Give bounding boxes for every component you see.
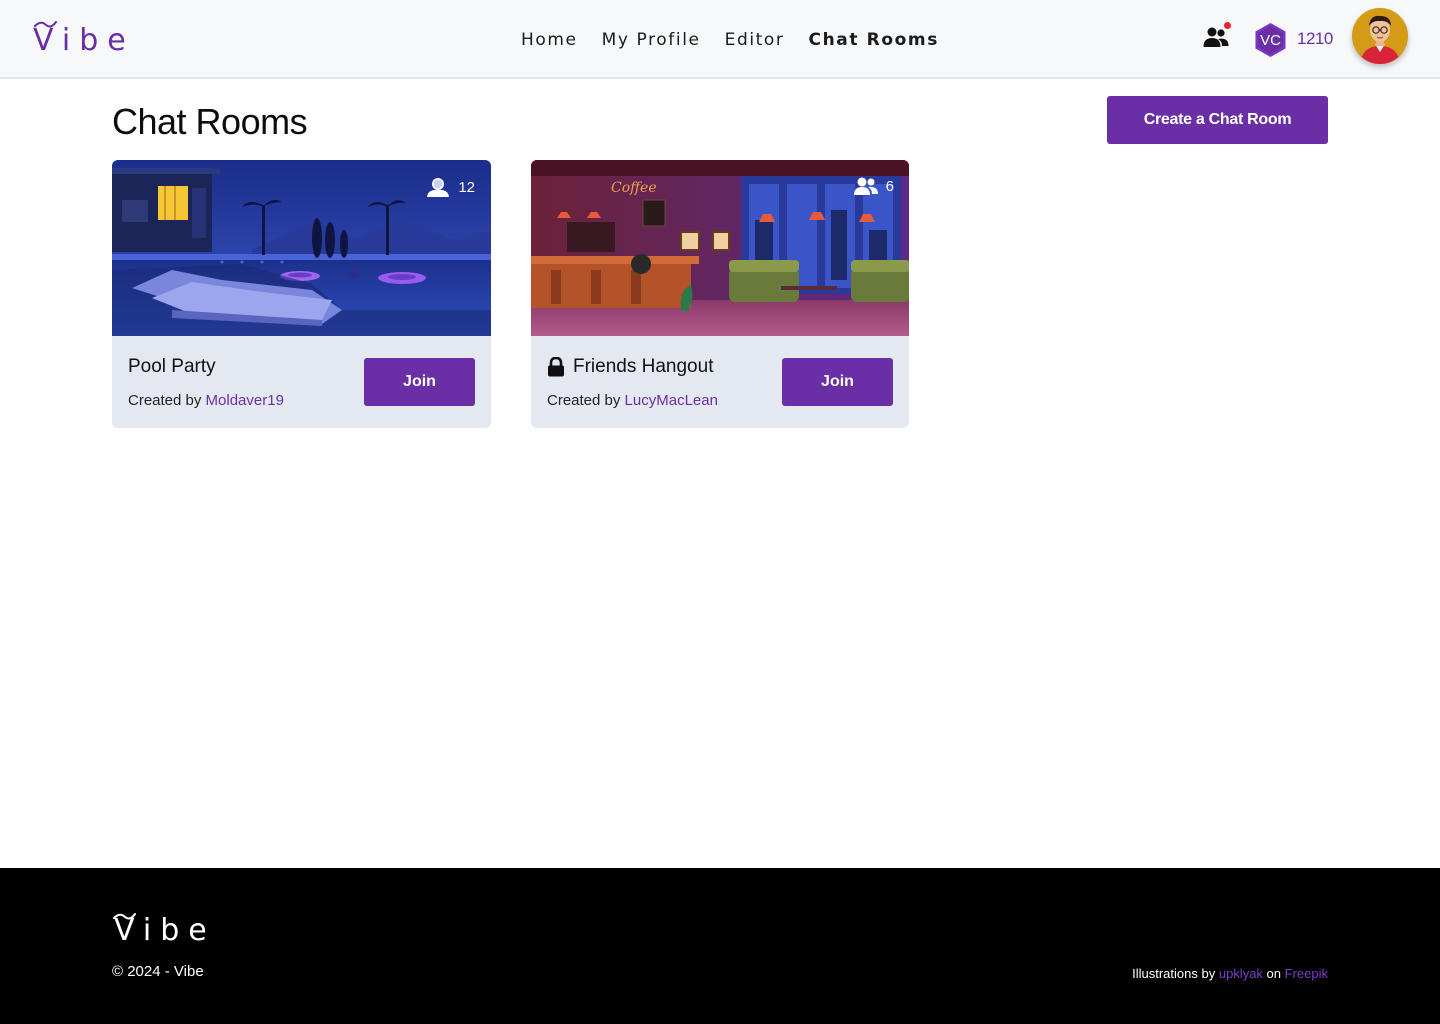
room-name: Friends Hangout <box>573 356 714 377</box>
join-button[interactable]: Join <box>782 358 893 406</box>
vc-badge-text: VC <box>1260 32 1281 49</box>
coffee-shop-illustration: Coffee <box>531 160 909 336</box>
created-by-label: Created by <box>128 392 202 409</box>
notification-dot <box>1224 22 1231 29</box>
user-avatar[interactable] <box>1352 8 1408 64</box>
logo-swoosh-icon <box>34 21 57 28</box>
room-name: Pool Party <box>128 356 216 377</box>
illustration-credits: Illustrations by upklyak on Freepik <box>1132 966 1328 981</box>
svg-text:Coffee: Coffee <box>611 180 657 196</box>
room-title: Pool Party <box>128 356 216 378</box>
room-image: 12 <box>112 160 491 336</box>
member-count: 12 <box>426 176 475 198</box>
created-by-label: Created by <box>547 392 621 409</box>
top-navbar: Vibe Home My Profile Editor Chat Rooms V… <box>0 0 1440 79</box>
credits-author-link[interactable]: upklyak <box>1219 966 1263 981</box>
friends-button[interactable] <box>1203 22 1231 52</box>
footer: Vibe © 2024 - Vibe Illustrations by upkl… <box>0 868 1440 1024</box>
vc-balance: 1210 <box>1297 29 1333 48</box>
nav-my-profile[interactable]: My Profile <box>602 28 701 52</box>
credits-prefix: Illustrations by <box>1132 966 1216 981</box>
credits-site-link[interactable]: Freepik <box>1285 966 1328 981</box>
copyright-text: © 2024 - Vibe <box>112 963 204 980</box>
creator-link[interactable]: LucyMacLean <box>625 392 718 409</box>
member-count-value: 12 <box>458 178 475 196</box>
lock-icon <box>548 357 564 377</box>
member-count-value: 6 <box>885 177 894 195</box>
footer-logo: Vibe <box>114 913 216 948</box>
nav-home[interactable]: Home <box>521 28 578 52</box>
member-count: 6 <box>853 176 894 196</box>
nav-chat-rooms[interactable]: Chat Rooms <box>809 28 939 52</box>
page-title: Chat Rooms <box>112 101 308 142</box>
join-button[interactable]: Join <box>364 358 475 406</box>
vibe-logo[interactable]: Vibe <box>33 21 135 58</box>
main-nav: Home My Profile Editor Chat Rooms <box>521 28 939 52</box>
users-icon <box>853 177 878 195</box>
users-icon <box>1203 27 1229 47</box>
avatar-illustration <box>1352 8 1408 64</box>
room-title: Friends Hangout <box>547 356 713 378</box>
chat-room-card: Coffee 6 Friends Hangout Created by Lucy… <box>531 160 909 428</box>
creator-link[interactable]: Moldaver19 <box>206 392 284 409</box>
room-creator: Created by LucyMacLean <box>547 392 718 409</box>
chat-room-card: 12 Pool Party Created by Moldaver19 Join <box>112 160 491 428</box>
vc-coin-icon[interactable]: VC <box>1254 22 1287 58</box>
create-chat-room-button[interactable]: Create a Chat Room <box>1107 96 1328 144</box>
room-creator: Created by Moldaver19 <box>128 392 284 409</box>
room-image: Coffee 6 <box>531 160 909 336</box>
credits-on: on <box>1266 966 1282 981</box>
nav-editor[interactable]: Editor <box>725 28 785 52</box>
users-icon <box>427 178 450 197</box>
